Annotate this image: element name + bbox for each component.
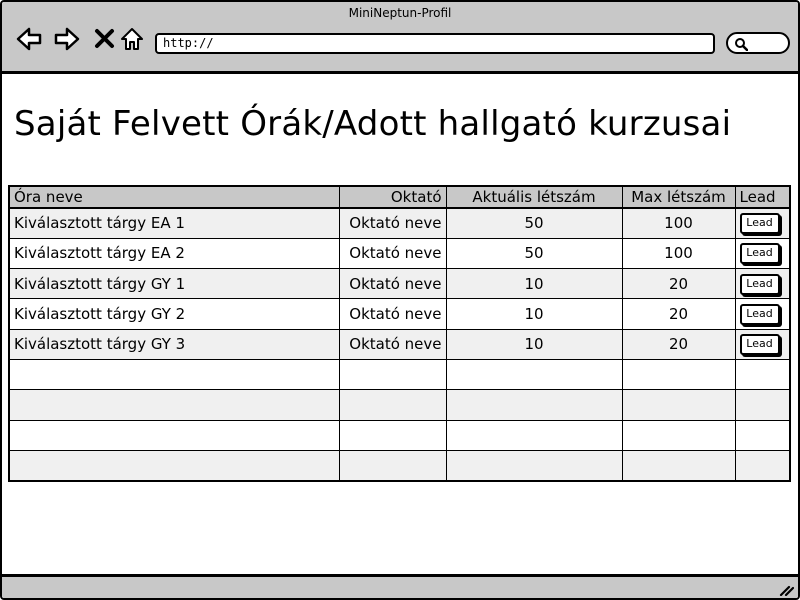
- lead-button[interactable]: Lead: [739, 273, 780, 295]
- search-icon: [735, 38, 748, 51]
- column-header-max[interactable]: Max létszám: [621, 185, 736, 209]
- empty-cell: [445, 389, 623, 421]
- lead-cell: Lead: [734, 298, 791, 330]
- table-header-row: Óra neve Oktató Aktuális létszám Max lét…: [8, 185, 791, 209]
- table-row: Kiválasztott tárgy GY 2 Oktató neve 10 2…: [8, 298, 791, 330]
- max-count: 100: [621, 207, 736, 239]
- page-title: Saját Felvett Órák/Adott hallgató kurzus…: [14, 104, 732, 144]
- status-bar: [2, 574, 798, 598]
- column-header-current[interactable]: Aktuális létszám: [445, 185, 623, 209]
- course-name: Kiválasztott tárgy EA 2: [8, 237, 340, 270]
- empty-cell: [338, 359, 447, 391]
- home-icon[interactable]: [119, 26, 145, 52]
- current-count: 10: [445, 268, 623, 300]
- column-header-lead[interactable]: Lead: [734, 185, 791, 209]
- lead-cell: Lead: [734, 268, 791, 300]
- table-row: Kiválasztott tárgy EA 1 Oktató neve 50 1…: [8, 207, 791, 239]
- current-count: 10: [445, 298, 623, 330]
- lead-cell: Lead: [734, 328, 791, 361]
- courses-table: Óra neve Oktató Aktuális létszám Max lét…: [8, 185, 791, 482]
- column-header-teacher[interactable]: Oktató: [338, 185, 447, 209]
- address-bar[interactable]: http://: [155, 33, 715, 54]
- teacher-name: Oktató neve: [338, 268, 447, 300]
- current-count: 10: [445, 328, 623, 361]
- lead-button[interactable]: Lead: [739, 304, 780, 326]
- lead-cell: Lead: [734, 207, 791, 239]
- course-name: Kiválasztott tárgy EA 1: [8, 207, 340, 239]
- empty-cell: [621, 419, 736, 452]
- empty-cell: [734, 359, 791, 391]
- empty-cell: [338, 419, 447, 452]
- table-row-empty: [8, 419, 791, 452]
- table-row-empty: [8, 450, 791, 482]
- empty-cell: [621, 359, 736, 391]
- max-count: 100: [621, 237, 736, 270]
- empty-cell: [8, 389, 340, 421]
- course-name: Kiválasztott tárgy GY 3: [8, 328, 340, 361]
- empty-cell: [8, 359, 340, 391]
- max-count: 20: [621, 298, 736, 330]
- course-name: Kiválasztott tárgy GY 1: [8, 268, 340, 300]
- table-row-empty: [8, 359, 791, 391]
- current-count: 50: [445, 237, 623, 270]
- teacher-name: Oktató neve: [338, 328, 447, 361]
- search-field[interactable]: [726, 32, 790, 54]
- empty-cell: [338, 389, 447, 421]
- max-count: 20: [621, 328, 736, 361]
- empty-cell: [734, 450, 791, 482]
- empty-cell: [8, 419, 340, 452]
- teacher-name: Oktató neve: [338, 237, 447, 270]
- empty-cell: [445, 419, 623, 452]
- table-row: Kiválasztott tárgy GY 1 Oktató neve 10 2…: [8, 268, 791, 300]
- browser-toolbar: MiniNeptun-Profil http://: [2, 2, 798, 74]
- empty-cell: [8, 450, 340, 482]
- lead-button[interactable]: Lead: [739, 243, 780, 265]
- window-title: MiniNeptun-Profil: [348, 6, 452, 20]
- table-row-empty: [8, 389, 791, 421]
- lead-button[interactable]: Lead: [739, 213, 780, 235]
- current-count: 50: [445, 207, 623, 239]
- empty-cell: [445, 450, 623, 482]
- teacher-name: Oktató neve: [338, 207, 447, 239]
- empty-cell: [621, 450, 736, 482]
- forward-arrow-icon[interactable]: [54, 26, 80, 52]
- back-arrow-icon[interactable]: [16, 26, 42, 52]
- browser-window: MiniNeptun-Profil http:// Saját Felvett …: [0, 0, 800, 600]
- lead-cell: Lead: [734, 237, 791, 270]
- column-header-name[interactable]: Óra neve: [8, 185, 340, 209]
- max-count: 20: [621, 268, 736, 300]
- empty-cell: [338, 450, 447, 482]
- course-name: Kiválasztott tárgy GY 2: [8, 298, 340, 330]
- empty-cell: [621, 389, 736, 421]
- table-row: Kiválasztott tárgy GY 3 Oktató neve 10 2…: [8, 328, 791, 361]
- resize-grip-icon[interactable]: [778, 582, 794, 596]
- empty-cell: [445, 359, 623, 391]
- empty-cell: [734, 419, 791, 452]
- teacher-name: Oktató neve: [338, 298, 447, 330]
- empty-cell: [734, 389, 791, 421]
- close-icon[interactable]: [92, 26, 118, 52]
- lead-button[interactable]: Lead: [739, 334, 780, 356]
- table-row: Kiválasztott tárgy EA 2 Oktató neve 50 1…: [8, 237, 791, 270]
